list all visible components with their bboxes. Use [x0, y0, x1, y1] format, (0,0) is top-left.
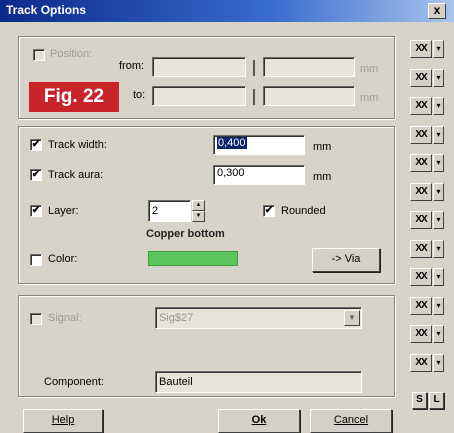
tool-icon-button[interactable]: XX [410, 154, 432, 172]
color-checkbox[interactable] [30, 254, 42, 266]
chevron-down-icon[interactable]: ▾ [433, 97, 444, 115]
spin-up-icon[interactable]: ▲ [192, 200, 205, 211]
layer-name: Copper bottom [146, 228, 225, 240]
help-button[interactable]: Help [23, 409, 103, 433]
layer-spinner[interactable]: ▲ ▼ [192, 200, 205, 222]
chevron-down-icon[interactable]: ▾ [433, 68, 444, 87]
to-separator [253, 89, 255, 105]
layer-checkbox[interactable]: ✔ [30, 205, 42, 217]
chevron-down-icon[interactable]: ▾ [433, 239, 444, 258]
track-aura-label: Track aura: [48, 169, 104, 181]
chevron-down-icon[interactable]: ▾ [433, 40, 444, 58]
rounded-label: Rounded [281, 205, 326, 217]
chevron-down-icon[interactable]: ▾ [433, 296, 444, 315]
s-button[interactable]: S [412, 392, 427, 409]
chevron-down-icon[interactable]: ▾ [433, 182, 444, 201]
track-aura-field[interactable]: 0,300 [213, 165, 305, 185]
spin-down-icon[interactable]: ▼ [192, 211, 205, 222]
chevron-down-icon[interactable]: ▾ [433, 353, 444, 372]
component-label: Component: [44, 376, 104, 388]
track-width-unit: mm [313, 141, 332, 153]
to-x-field[interactable] [152, 86, 246, 106]
track-width-checkbox[interactable]: ✔ [30, 139, 42, 151]
tool-icon-button[interactable]: XX [410, 325, 432, 343]
position-label: Position: [50, 48, 93, 60]
position-checkbox[interactable] [33, 49, 45, 61]
tool-icon-button[interactable]: XX [410, 211, 432, 229]
from-label: from: [119, 60, 145, 72]
component-field[interactable]: Bauteil [155, 371, 362, 393]
track-width-field[interactable]: 0,400 [213, 135, 305, 155]
tool-icon-button[interactable]: XX [410, 97, 432, 115]
chevron-down-icon[interactable]: ▾ [433, 125, 444, 144]
close-button[interactable]: x [428, 3, 446, 19]
rounded-checkbox[interactable]: ✔ [263, 205, 275, 217]
window-title: Track Options [6, 3, 87, 17]
chevron-down-icon[interactable]: ▾ [433, 268, 444, 286]
layer-label: Layer: [48, 205, 79, 217]
tool-icon-button[interactable]: XX [410, 182, 432, 201]
signal-select[interactable]: Sig$27 [155, 307, 362, 329]
from-separator [253, 60, 255, 76]
tool-icon-button[interactable]: XX [410, 239, 432, 258]
layer-input[interactable]: 2 [148, 200, 191, 222]
l-button[interactable]: L [429, 392, 444, 409]
tool-icon-button[interactable]: XX [410, 268, 432, 286]
tool-icon-button[interactable]: XX [410, 353, 432, 372]
chevron-down-icon[interactable]: ▾ [433, 325, 444, 343]
tool-icon-button[interactable]: XX [410, 68, 432, 87]
chevron-down-icon[interactable]: ▼ [344, 310, 360, 326]
ok-button[interactable]: Ok [218, 409, 300, 433]
signal-checkbox[interactable] [30, 313, 42, 325]
to-y-field[interactable] [263, 86, 355, 106]
via-button[interactable]: -> Via [312, 248, 380, 272]
from-y-field[interactable] [263, 57, 355, 77]
track-aura-unit: mm [313, 171, 332, 183]
cancel-button[interactable]: Cancel [310, 409, 392, 433]
signal-label: Signal: [48, 312, 82, 324]
chevron-down-icon[interactable]: ▾ [433, 154, 444, 172]
figure-label: Fig. 22 [29, 82, 119, 112]
color-label: Color: [48, 253, 78, 265]
color-swatch[interactable] [148, 251, 238, 266]
from-x-field[interactable] [152, 57, 246, 77]
track-width-value: 0,400 [217, 137, 247, 149]
to-unit-label: mm [360, 92, 379, 104]
chevron-down-icon[interactable]: ▾ [433, 211, 444, 229]
to-label: to: [133, 89, 146, 101]
track-aura-checkbox[interactable]: ✔ [30, 169, 42, 181]
tool-icon-button[interactable]: XX [410, 40, 432, 58]
track-width-label: Track width: [48, 139, 107, 151]
from-unit-label: mm [360, 63, 379, 75]
tool-icon-button[interactable]: XX [410, 125, 432, 144]
tool-icon-button[interactable]: XX [410, 296, 432, 315]
